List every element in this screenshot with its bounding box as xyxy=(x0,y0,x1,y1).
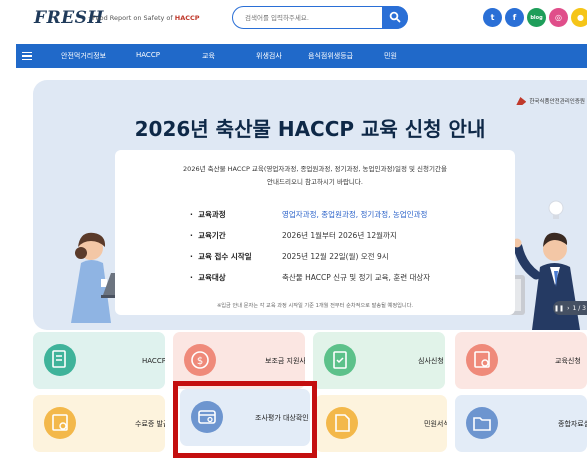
svg-text:$: $ xyxy=(197,356,203,367)
nav-item-haccp[interactable]: HACCP xyxy=(136,51,160,59)
tile-label: HACCP 인증 업소찾기 xyxy=(142,357,165,365)
tile-label: 수료증 발급 xyxy=(135,420,165,428)
tagline-prefix: · Food Report on Safety of xyxy=(88,14,175,22)
info-value: 2025년 12월 22일(월) 오전 9시 xyxy=(282,252,389,261)
instagram-icon[interactable]: ◎ xyxy=(549,8,568,27)
banner-description-line2: 안내드리오니 참고하시기 바랍니다. xyxy=(267,178,363,186)
info-row-course: · 교육과정 영업자과정, 종업원과정, 정기과정, 농업인과정 xyxy=(190,209,427,220)
info-label: · 교육대상 xyxy=(190,273,226,282)
org-name: 한국식품안전관리인증원 xyxy=(529,99,585,105)
haccp-shop-search-tile[interactable]: HACCP 인증 업소찾기 xyxy=(33,332,165,389)
info-row-start-date: · 교육 접수 시작일 2025년 12월 22일(월) 오전 9시 xyxy=(190,251,389,262)
document-search-icon xyxy=(44,344,76,376)
info-value: 2026년 1월부터 2026년 12월까지 xyxy=(282,231,397,240)
dollar-icon: $ xyxy=(184,344,216,376)
site-tagline: · Food Report on Safety of HACCP xyxy=(88,14,200,22)
tile-label: 심사신청 xyxy=(418,357,444,365)
civil-forms-tile[interactable]: 민원서식 xyxy=(315,395,447,452)
tile-label: 종합자료실 xyxy=(558,420,587,428)
pause-icon[interactable]: ❚❚ xyxy=(554,305,564,312)
nav-item-hygiene-inspection[interactable]: 위생검사 xyxy=(256,51,282,61)
folder-icon xyxy=(466,407,498,439)
kakao-icon[interactable]: ● xyxy=(571,8,587,27)
highlight-box xyxy=(173,381,317,458)
slide-pager[interactable]: ❚❚ › 1 / 3 xyxy=(553,301,587,315)
info-label: · 교육과정 xyxy=(190,210,226,219)
certificate-issue-tile[interactable]: 수료증 발급 xyxy=(33,395,165,452)
certificate-icon xyxy=(466,344,498,376)
chevron-right-icon[interactable]: › xyxy=(567,305,569,312)
nav-item-civil[interactable]: 민원 xyxy=(384,51,397,61)
nav-item-safe-food[interactable]: 안전먹거리정보 xyxy=(61,51,106,61)
info-label: · 교육기간 xyxy=(190,231,226,240)
tile-label: 보조금 지원사업 xyxy=(265,357,305,365)
lightbulb-icon xyxy=(548,200,564,219)
search-input[interactable] xyxy=(245,11,373,24)
search-icon xyxy=(389,11,401,23)
banner-description: 2026년 축산물 HACCP 교육(영업자과정, 종업원과정, 정기과정, 농… xyxy=(125,163,505,189)
info-row-period: · 교육기간 2026년 1월부터 2026년 12월까지 xyxy=(190,230,397,241)
certificate-icon xyxy=(44,407,76,439)
slide-counter: 1 / 3 xyxy=(572,304,586,312)
tile-label: 민원서식 xyxy=(424,420,447,428)
menu-icon[interactable] xyxy=(22,44,36,68)
nav-item-education[interactable]: 교육 xyxy=(202,51,215,61)
nav-item-restaurant-grade[interactable]: 음식점위생등급 xyxy=(308,51,353,61)
tagline-highlight: HACCP xyxy=(174,14,200,22)
education-application-tile[interactable]: 교육신청 xyxy=(455,332,587,389)
banner-description-line1: 2026년 축산물 HACCP 교육(영업자과정, 종업원과정, 정기과정, 농… xyxy=(183,165,447,173)
info-row-target: · 교육대상 축산물 HACCP 신규 및 정기 교육, 훈련 대상자 xyxy=(190,272,430,283)
resource-room-tile[interactable]: 종합자료실 xyxy=(455,395,587,452)
main-banner[interactable]: 한국식품안전관리인증원 2026년 축산물 HACCP 교육 신청 안내 ? 2… xyxy=(33,80,587,330)
facebook-icon[interactable]: f xyxy=(505,8,524,27)
audit-application-tile[interactable]: 심사신청 xyxy=(313,332,445,389)
info-label: · 교육 접수 시작일 xyxy=(190,252,252,261)
search-button[interactable] xyxy=(382,5,408,29)
banner-note: ※입금 안내 문자는 각 교육 과정 시작일 기준 1개월 전부터 순차적으로 … xyxy=(216,303,414,309)
org-logo: 한국식품안전관리인증원 xyxy=(516,97,585,105)
twitter-icon[interactable]: t xyxy=(483,8,502,27)
tile-label: 교육신청 xyxy=(555,357,581,365)
info-value: 영업자과정, 종업원과정, 정기과정, 농업인과정 xyxy=(282,210,428,219)
search-box xyxy=(232,5,408,29)
info-card: 2026년 축산물 HACCP 교육(영업자과정, 종업원과정, 정기과정, 농… xyxy=(115,150,515,315)
banner-title: 2026년 축산물 HACCP 교육 신청 안내 xyxy=(134,117,486,141)
main-nav: 안전먹거리정보 HACCP 교육 위생검사 음식점위생등급 민원 xyxy=(16,44,587,68)
blog-icon[interactable]: blog xyxy=(527,8,546,27)
org-mark-icon xyxy=(516,97,527,105)
info-value: 축산물 HACCP 신규 및 정기 교육, 훈련 대상자 xyxy=(282,273,431,282)
document-icon xyxy=(326,407,358,439)
clipboard-icon xyxy=(324,344,356,376)
